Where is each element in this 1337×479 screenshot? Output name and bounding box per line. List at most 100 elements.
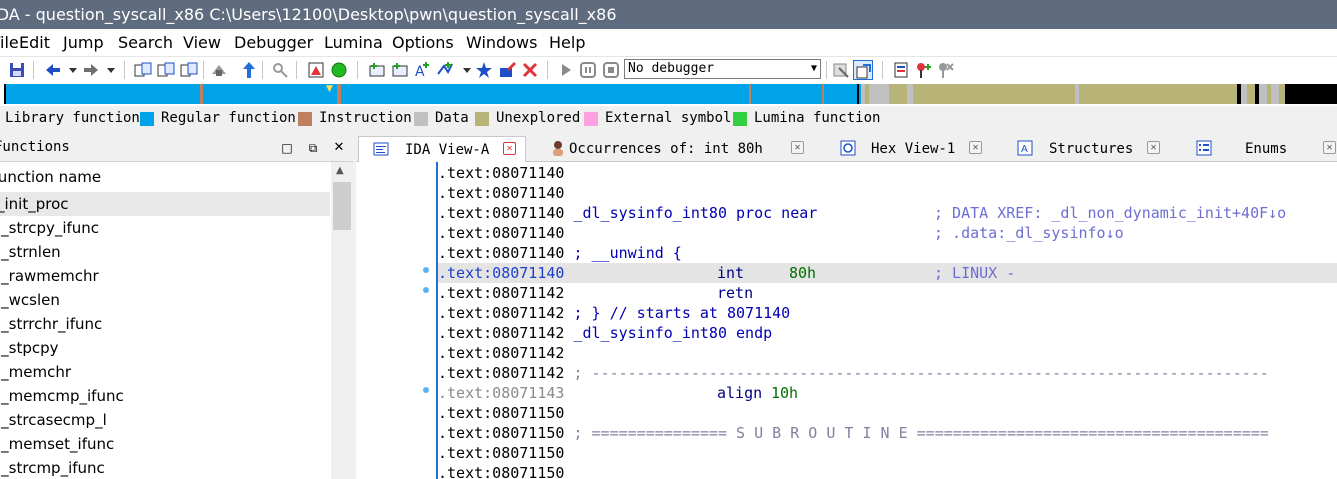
- edit-icon[interactable]: [497, 60, 517, 80]
- jump-up-icon[interactable]: [239, 60, 259, 80]
- create-struct-icon[interactable]: [133, 60, 153, 80]
- disassembly-view[interactable]: .text:08071140 .text:08071140 .text:0807…: [356, 162, 1337, 479]
- debug-options-icon[interactable]: [831, 60, 851, 80]
- menu-options[interactable]: Options: [392, 33, 454, 52]
- function-row[interactable]: j_strrchr_ifunc: [0, 312, 330, 336]
- function-row[interactable]: j_strcasecmp_l: [0, 408, 330, 432]
- function-row[interactable]: j_memcmp_ifunc: [0, 384, 330, 408]
- function-row[interactable]: j_strcmp_ifunc: [0, 456, 330, 479]
- graph-icon[interactable]: [270, 60, 290, 80]
- navigation-band[interactable]: ▼: [0, 82, 1337, 106]
- disasm-line[interactable]: .text:08071150: [438, 443, 1337, 463]
- function-row[interactable]: j_memset_ifunc: [0, 432, 330, 456]
- run-green-circle-icon[interactable]: [329, 60, 349, 80]
- breakpoint-dot-icon[interactable]: [423, 267, 429, 273]
- delete-x-icon[interactable]: [520, 60, 540, 80]
- menu-view[interactable]: View: [183, 33, 221, 52]
- close-icon[interactable]: ✕: [331, 140, 347, 156]
- mnemonic: retn: [717, 284, 754, 302]
- disasm-line[interactable]: .text:08071142 retn: [438, 283, 1337, 303]
- disasm-line[interactable]: .text:08071140 ; __unwind {: [438, 243, 1337, 263]
- menu-help[interactable]: Help: [549, 33, 585, 52]
- stop-icon[interactable]: [601, 60, 621, 80]
- breakpoint-list-icon[interactable]: [891, 60, 911, 80]
- forward-arrow-icon[interactable]: [81, 60, 101, 80]
- tab-label: Structures: [1049, 141, 1134, 157]
- menu-edit[interactable]: Edit: [19, 33, 50, 52]
- comment: ; LINUX -: [934, 264, 1016, 282]
- function-row[interactable]: j_memchr: [0, 360, 330, 384]
- functions-panel-header: Functions □ ⧉ ✕: [0, 136, 353, 162]
- debugger-select[interactable]: No debugger ▼: [624, 59, 821, 79]
- function-row[interactable]: j_stpcpy: [0, 336, 330, 360]
- disasm-line-current[interactable]: .text:08071140 int 80h; LINUX -: [438, 263, 1337, 283]
- chevron-down-icon[interactable]: [101, 60, 115, 80]
- menu-file[interactable]: File: [0, 33, 19, 52]
- tab-hex-view-1[interactable]: Hex View-1 ✕: [826, 136, 996, 162]
- scroll-up-icon[interactable]: ▲: [336, 165, 344, 176]
- toolbar-separator: [262, 61, 263, 79]
- menu-lumina[interactable]: Lumina: [324, 33, 383, 52]
- close-icon[interactable]: ✕: [791, 141, 804, 154]
- function-row[interactable]: j_strcpy_ifunc: [0, 216, 330, 240]
- disasm-line[interactable]: .text:08071150: [438, 463, 1337, 479]
- breakpoint-dot-icon[interactable]: [423, 287, 429, 293]
- breakpoint-dot-icon[interactable]: [423, 387, 429, 393]
- svg-text:A: A: [1021, 144, 1028, 155]
- close-icon[interactable]: ✕: [1323, 141, 1336, 154]
- add-xref-icon[interactable]: [435, 60, 455, 80]
- attach-process-icon[interactable]: [853, 60, 873, 80]
- nav-segment: [822, 84, 824, 104]
- function-name-column-header[interactable]: Function name: [0, 166, 330, 188]
- menu-debugger[interactable]: Debugger: [234, 33, 313, 52]
- add-string-icon[interactable]: A: [413, 60, 433, 80]
- play-icon[interactable]: [556, 60, 576, 80]
- chevron-down-icon[interactable]: [457, 60, 471, 80]
- function-row[interactable]: j_strnlen: [0, 240, 330, 264]
- disasm-line[interactable]: .text:08071150 ; =============== S U B R…: [438, 423, 1337, 443]
- picture-icon[interactable]: [306, 60, 326, 80]
- close-icon[interactable]: ✕: [969, 141, 982, 154]
- tab-ida-view-a[interactable]: IDA View-A ✕: [358, 136, 526, 163]
- disasm-line[interactable]: .text:08071143 align 10h: [438, 383, 1337, 403]
- disasm-line[interactable]: .text:08071150: [438, 403, 1337, 423]
- close-icon[interactable]: ✕: [503, 142, 516, 155]
- back-arrow-icon[interactable]: [43, 60, 63, 80]
- disasm-line[interactable]: .text:08071140 _dl_sysinfo_int80 proc ne…: [438, 203, 1337, 223]
- disasm-line[interactable]: .text:08071140: [438, 163, 1337, 183]
- menu-windows[interactable]: Windows: [466, 33, 537, 52]
- pause-icon[interactable]: [578, 60, 598, 80]
- function-row[interactable]: _init_proc: [0, 192, 330, 216]
- add-breakpoint-icon[interactable]: [913, 60, 933, 80]
- tab-enums[interactable]: Enums ✕: [1186, 136, 1337, 162]
- disasm-line[interactable]: .text:08071142 _dl_sysinfo_int80 endp: [438, 323, 1337, 343]
- delete-breakpoint-icon[interactable]: [935, 60, 955, 80]
- disasm-line[interactable]: .text:08071140: [438, 183, 1337, 203]
- patch-icon[interactable]: [209, 60, 229, 80]
- nav-segment: [1247, 84, 1255, 104]
- disasm-line[interactable]: .text:08071142 ; } // starts at 8071140: [438, 303, 1337, 323]
- nav-segment: [857, 84, 859, 104]
- chevron-down-icon[interactable]: [63, 60, 77, 80]
- navigation-bar[interactable]: ▼: [4, 84, 1337, 104]
- create-enum-icon[interactable]: [156, 60, 176, 80]
- functions-scrollbar[interactable]: ▲: [331, 162, 353, 479]
- add-data-icon[interactable]: [390, 60, 410, 80]
- create-segment-icon[interactable]: [179, 60, 199, 80]
- add-function-icon[interactable]: [367, 60, 387, 80]
- scrollbar-thumb[interactable]: [333, 182, 351, 230]
- disasm-line[interactable]: .text:08071142: [438, 343, 1337, 363]
- menu-search[interactable]: Search: [118, 33, 173, 52]
- tab-structures[interactable]: A Structures ✕: [1004, 136, 1182, 162]
- save-icon[interactable]: [7, 60, 27, 80]
- disasm-line[interactable]: .text:08071140; .data:_dl_sysinfo↓o: [438, 223, 1337, 243]
- float-icon[interactable]: ⧉: [305, 140, 321, 156]
- function-row[interactable]: j_wcslen: [0, 288, 330, 312]
- close-icon[interactable]: ✕: [1147, 141, 1160, 154]
- disasm-line[interactable]: .text:08071142 ; -----------------------…: [438, 363, 1337, 383]
- function-row[interactable]: j_rawmemchr: [0, 264, 330, 288]
- minimize-icon[interactable]: □: [279, 140, 295, 156]
- tab-occurrences[interactable]: Occurrences of: int 80h ✕: [538, 136, 816, 162]
- menu-jump[interactable]: Jump: [63, 33, 104, 52]
- star-icon[interactable]: [474, 60, 494, 80]
